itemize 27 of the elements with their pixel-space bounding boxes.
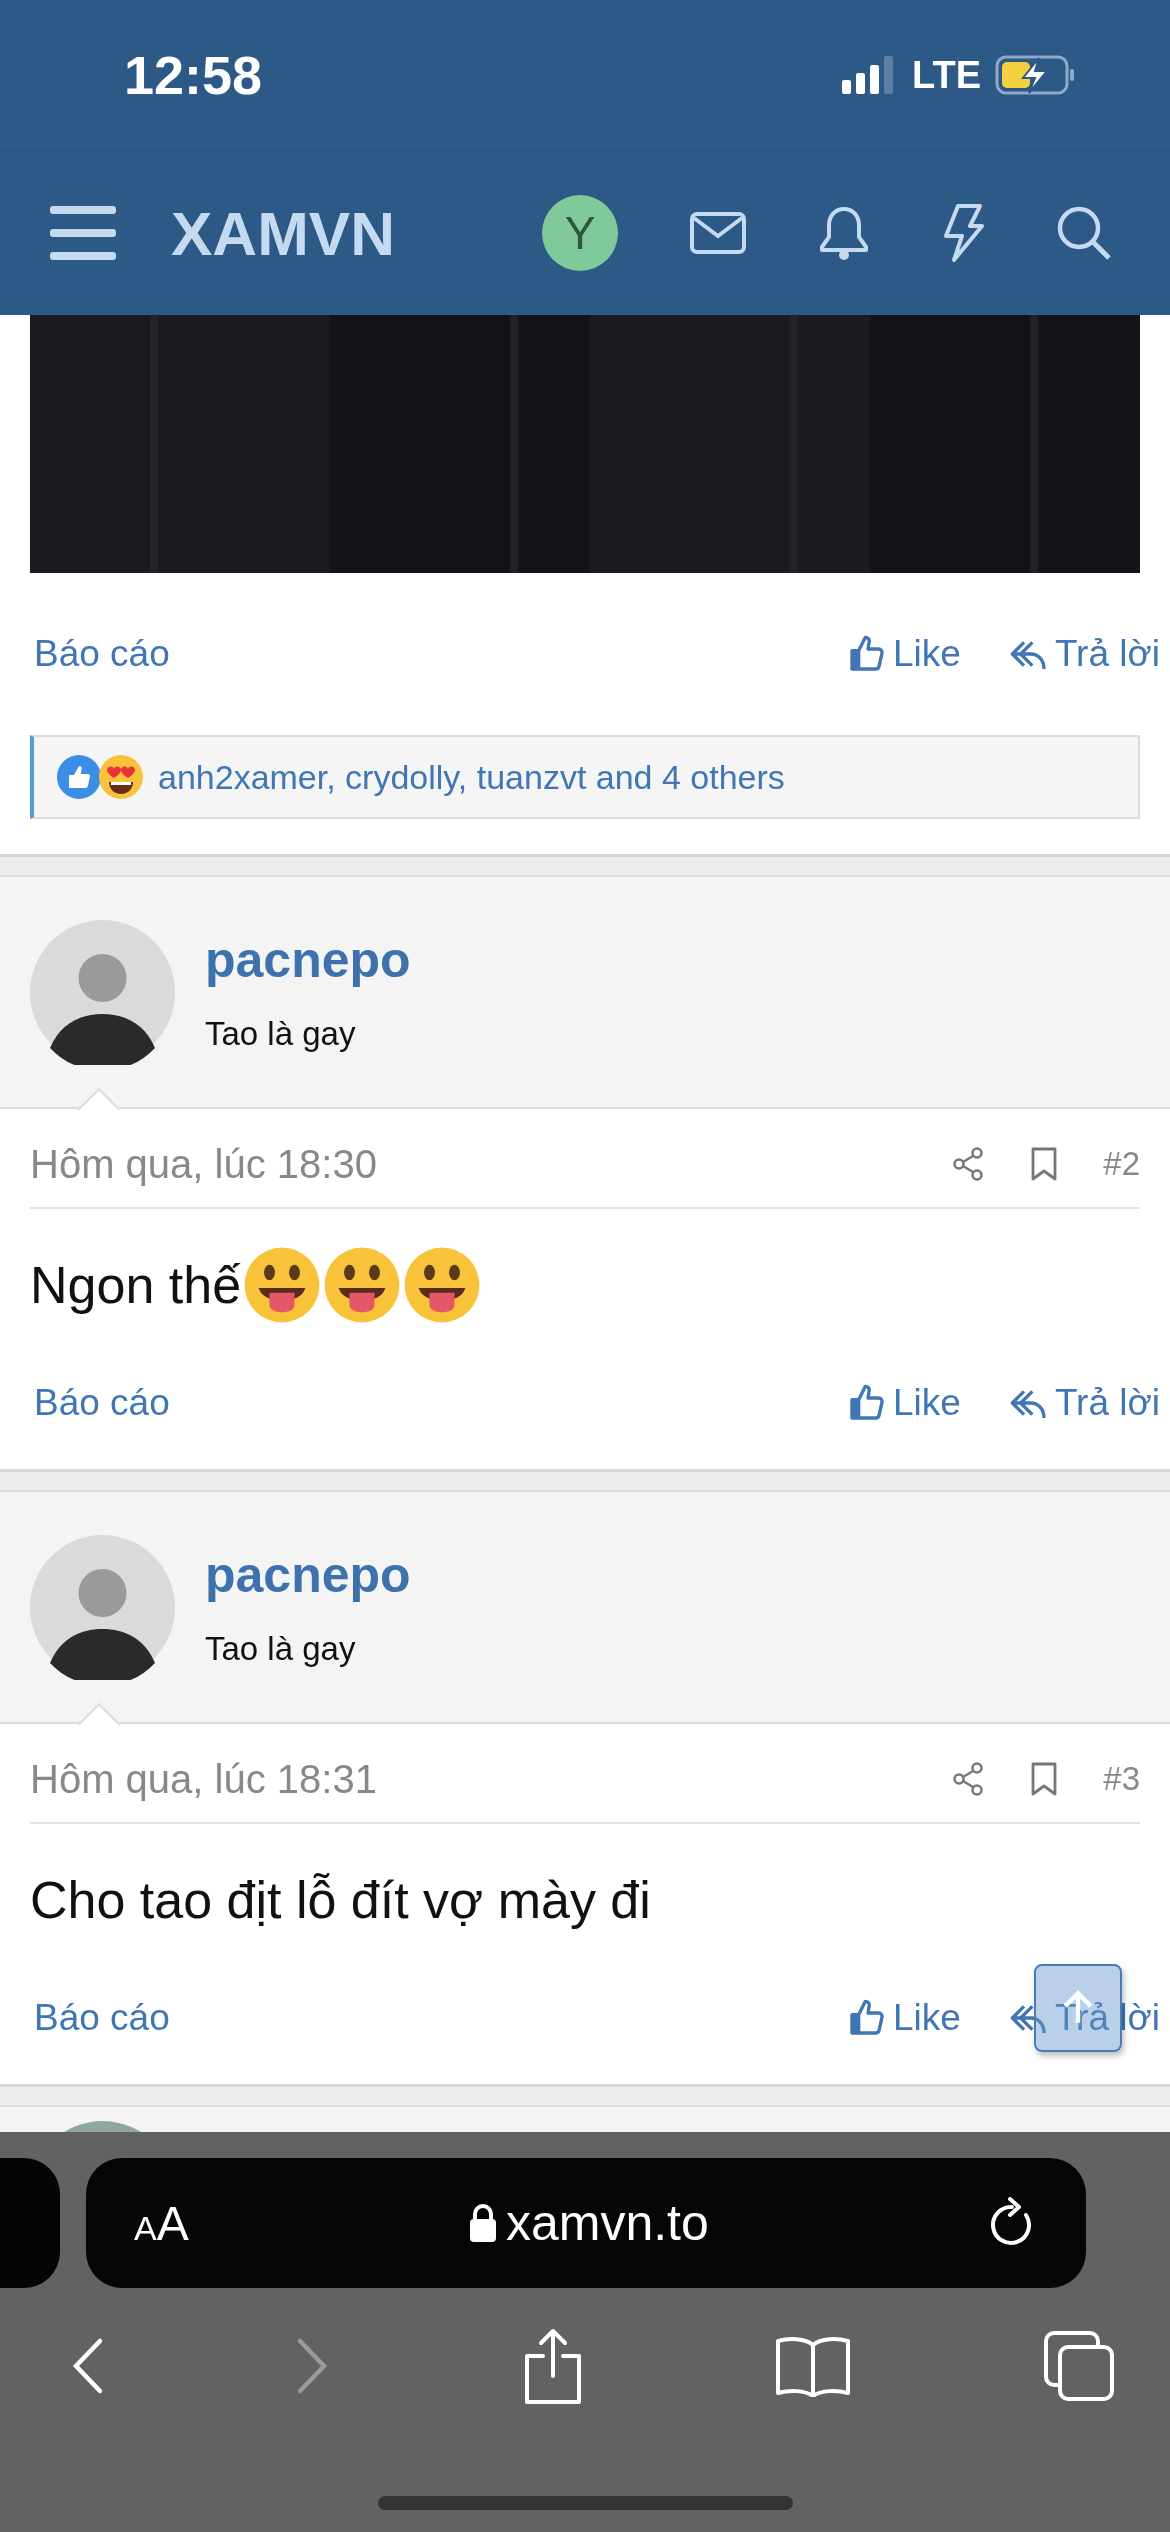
like-button[interactable]: Like [847, 1997, 961, 2039]
user-title: Tao là gay [205, 1630, 357, 1668]
post-number[interactable]: #3 [1103, 1760, 1140, 1798]
like-button[interactable]: Like [847, 1382, 961, 1424]
post-date[interactable]: Hôm qua, lúc 18:31 [30, 1756, 377, 1802]
network-type: LTE [912, 53, 981, 97]
reactions-text[interactable]: anh2xamer, crydolly, tuanzvt and 4 others [158, 757, 785, 797]
reply-button[interactable]: Trả lời [1008, 1382, 1160, 1424]
status-time: 12:58 [124, 44, 263, 106]
user-title: Tao là gay [205, 1015, 357, 1053]
message-text: Cho tao địt lỗ đít vợ mày đi [30, 1870, 651, 1930]
reactions-bar[interactable]: anh2xamer, crydolly, tuanzvt and 4 others [30, 735, 1140, 819]
address-bar[interactable]: AA xamvn.to [86, 2158, 1086, 2288]
message-text: Ngon thế [30, 1255, 242, 1315]
report-link[interactable]: Báo cáo [34, 633, 170, 675]
username-link[interactable]: pacnepo [205, 1546, 411, 1604]
username-link[interactable]: pacnepo [205, 931, 411, 989]
post-number[interactable]: #2 [1103, 1145, 1140, 1183]
like-button[interactable]: Like [847, 633, 961, 675]
user-avatar[interactable]: Y [542, 195, 618, 271]
text-size-button[interactable]: AA [134, 2195, 189, 2251]
report-link[interactable]: Báo cáo [34, 1997, 170, 2039]
post-date[interactable]: Hôm qua, lúc 18:30 [30, 1141, 377, 1187]
url-text[interactable]: xamvn.to [467, 2194, 709, 2252]
report-link[interactable]: Báo cáo [34, 1382, 170, 1424]
reply-button[interactable]: Trả lời [1008, 633, 1160, 675]
site-logo[interactable]: XAMVN [171, 197, 395, 269]
